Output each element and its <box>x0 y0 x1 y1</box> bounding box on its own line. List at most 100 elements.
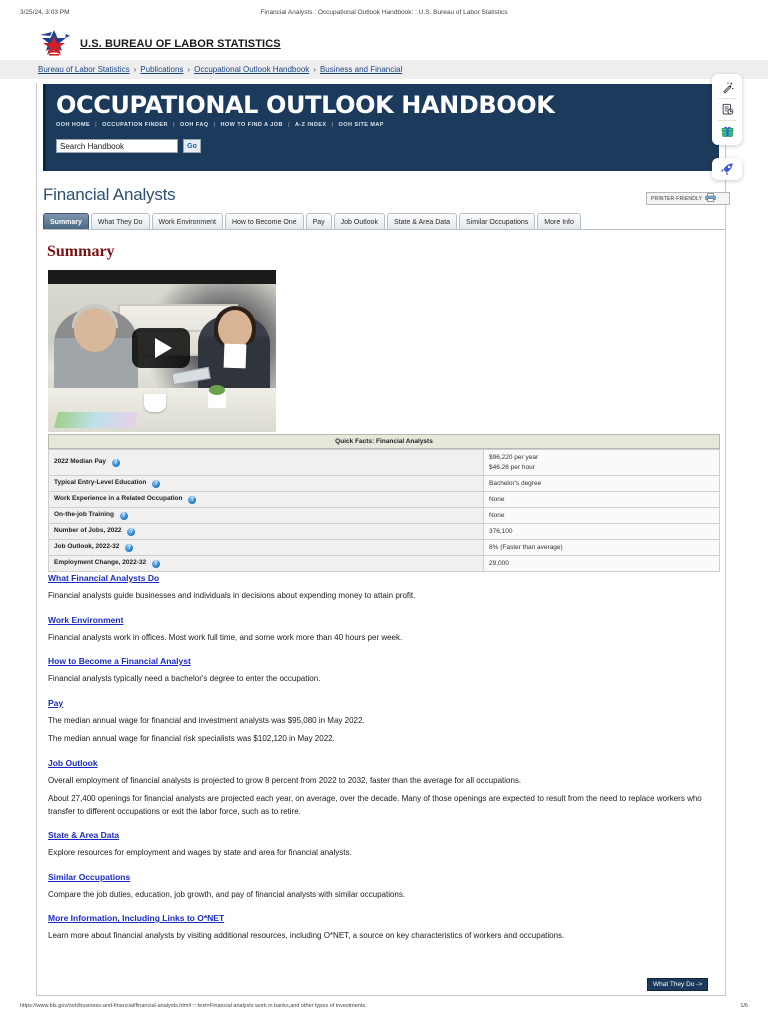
magic-wand-icon[interactable] <box>714 77 740 98</box>
help-question-icon[interactable]: ? <box>152 480 161 488</box>
quick-fact-label: 2022 Median Pay ? <box>48 449 484 476</box>
section-heading-link[interactable]: Pay <box>48 698 63 708</box>
quick-fact-label: On-the-job Training ? <box>48 507 484 524</box>
breadcrumb-item-ooh[interactable]: Occupational Outlook Handbook <box>194 65 309 74</box>
nav-separator: | <box>95 122 98 128</box>
quick-fact-value: 8% (Faster than average) <box>483 539 720 556</box>
section-heading-link[interactable]: More Information, Including Links to O*N… <box>48 913 224 923</box>
search-go-button[interactable]: Go <box>183 139 201 153</box>
tab-how-to-become-one[interactable]: How to Become One <box>224 213 304 230</box>
section-paragraph: The median annual wage for financial and… <box>48 715 365 725</box>
quick-fact-label-text: Work Experience in a Related Occupation <box>54 495 183 502</box>
quick-fact-value: 376,100 <box>483 523 720 540</box>
section-heading-link[interactable]: State & Area Data <box>48 830 119 840</box>
ooh-nav-occupation-finder[interactable]: OCCUPATION FINDER <box>102 122 168 128</box>
document-clock-icon[interactable] <box>714 99 740 120</box>
nav-separator: | <box>287 122 290 128</box>
tab-job-outlook[interactable]: Job Outlook <box>333 213 385 230</box>
printer-friendly-label: PRINTER-FRIENDLY <box>651 195 703 202</box>
breadcrumb-separator: › <box>313 65 316 74</box>
search-input[interactable] <box>56 139 178 153</box>
ooh-nav-az-index[interactable]: A-Z INDEX <box>295 122 327 128</box>
section-paragraph: Compare the job duties, education, job g… <box>48 889 406 899</box>
quick-fact-label-text: Employment Change, 2022-32 <box>54 559 147 566</box>
help-question-icon[interactable]: ? <box>127 528 136 536</box>
quick-fact-value-line: $96,220 per year <box>489 454 539 461</box>
person-left-head <box>74 308 116 352</box>
help-question-icon[interactable]: ? <box>111 459 120 467</box>
section-what-they-do: What Financial Analysts Do Financial ana… <box>48 573 716 603</box>
play-button-icon[interactable] <box>132 328 190 368</box>
ooh-nav-faq[interactable]: OOH FAQ <box>180 122 209 128</box>
quick-fact-label: Typical Entry-Level Education ? <box>48 475 484 492</box>
next-section-button[interactable]: What They Do -> <box>647 978 709 991</box>
printer-friendly-button[interactable]: PRINTER-FRIENDLY <box>646 192 730 205</box>
agency-header: U.S. BUREAU OF LABOR STATISTICS <box>0 28 768 60</box>
tab-more-info[interactable]: More Info <box>537 213 581 230</box>
section-more-information: More Information, Including Links to O*N… <box>48 913 716 943</box>
section-heading-link[interactable]: Job Outlook <box>48 758 98 768</box>
ooh-nav-site-map[interactable]: OOH SITE MAP <box>339 122 384 128</box>
quick-fact-value: Bachelor's degree <box>483 475 720 492</box>
table-row: Work Experience in a Related Occupation … <box>48 491 720 508</box>
table-row: On-the-job Training ? None <box>48 507 720 524</box>
section-heading-link[interactable]: How to Become a Financial Analyst <box>48 656 191 666</box>
breadcrumb-separator: › <box>133 65 137 74</box>
help-question-icon[interactable]: ? <box>188 496 197 504</box>
section-paragraph: Financial analysts guide businesses and … <box>48 591 416 600</box>
section-paragraph: Financial analysts work in offices. Most… <box>48 632 403 642</box>
agency-name[interactable]: U.S. BUREAU OF LABOR STATISTICS <box>80 38 281 50</box>
section-heading-link[interactable]: What Financial Analysts Do <box>48 573 159 583</box>
quick-facts-table: Quick Facts: Financial Analysts 2022 Med… <box>48 434 720 572</box>
quick-fact-label: Job Outlook, 2022-32 ? <box>48 539 484 556</box>
table-row: Typical Entry-Level Education ? Bachelor… <box>48 475 720 492</box>
ooh-nav-home[interactable]: OOH HOME <box>56 122 90 128</box>
person-right-head <box>218 310 252 348</box>
section-tabs: Summary What They Do Work Environment Ho… <box>43 213 725 230</box>
summary-sections: What Financial Analysts Do Financial ana… <box>48 573 716 949</box>
ooh-nav-how-to-find-a-job[interactable]: HOW TO FIND A JOB <box>220 122 282 128</box>
quick-fact-value: None <box>483 491 720 508</box>
tab-state-area-data[interactable]: State & Area Data <box>387 213 458 230</box>
nav-separator: | <box>213 122 216 128</box>
help-question-icon[interactable]: ? <box>119 512 128 520</box>
occupation-video-thumbnail[interactable] <box>48 270 276 432</box>
tab-similar-occupations[interactable]: Similar Occupations <box>459 213 536 230</box>
ooh-banner: OCCUPATIONAL OUTLOOK HANDBOOK OOH HOME | O… <box>43 84 719 171</box>
papers-prop <box>54 412 138 428</box>
section-heading-link[interactable]: Work Environment <box>48 615 123 625</box>
help-question-icon[interactable]: ? <box>151 560 160 568</box>
table-row: Employment Change, 2022-32 ? 29,000 <box>48 555 720 572</box>
quick-fact-label-text: Number of Jobs, 2022 <box>54 527 122 534</box>
breadcrumb-item-bls[interactable]: Bureau of Labor Statistics <box>38 65 130 74</box>
quick-fact-label: Employment Change, 2022-32 ? <box>48 555 484 572</box>
tab-what-they-do[interactable]: What They Do <box>90 213 150 230</box>
section-job-outlook: Job Outlook Overall employment of financ… <box>48 758 716 819</box>
section-similar-occupations: Similar Occupations Compare the job duti… <box>48 872 716 902</box>
plant-prop <box>208 385 226 408</box>
person-right-shirt <box>223 343 247 369</box>
tab-summary[interactable]: Summary <box>43 213 89 230</box>
section-paragraph: The median annual wage for financial ris… <box>48 734 335 743</box>
breadcrumb-item-business-and-financial[interactable]: Business and Financial <box>320 65 402 74</box>
quick-fact-value: $96,220 per year $46.26 per hour <box>483 449 720 476</box>
table-row: Number of Jobs, 2022 ? 376,100 <box>48 523 720 540</box>
breadcrumb-item-publications[interactable]: Publications <box>140 65 183 74</box>
quick-fact-label-text: 2022 Median Pay <box>54 458 107 465</box>
handbook-search: Go <box>56 139 719 153</box>
print-footer-url: https://www.bls.gov/ooh/business-and-fin… <box>20 1003 367 1009</box>
nav-separator: | <box>172 122 175 128</box>
quick-fact-label-text: Typical Entry-Level Education <box>54 479 147 486</box>
section-heading-link[interactable]: Similar Occupations <box>48 872 130 882</box>
gift-icon[interactable] <box>714 121 740 142</box>
print-page-title: Financial Analysts : Occupational Outloo… <box>260 9 508 16</box>
table-row: Job Outlook, 2022-32 ? 8% (Faster than a… <box>48 539 720 556</box>
quick-facts-body: 2022 Median Pay ? $96,220 per year $46.2… <box>48 449 720 572</box>
tab-pay[interactable]: Pay <box>305 213 332 230</box>
tab-work-environment[interactable]: Work Environment <box>151 213 223 230</box>
help-question-icon[interactable]: ? <box>125 544 134 552</box>
ooh-banner-title: OCCUPATIONAL OUTLOOK HANDBOOK <box>56 91 555 119</box>
rocket-icon[interactable] <box>712 158 742 180</box>
section-paragraph: Explore resources for employment and wag… <box>48 848 352 857</box>
section-pay: Pay The median annual wage for financial… <box>48 698 716 746</box>
